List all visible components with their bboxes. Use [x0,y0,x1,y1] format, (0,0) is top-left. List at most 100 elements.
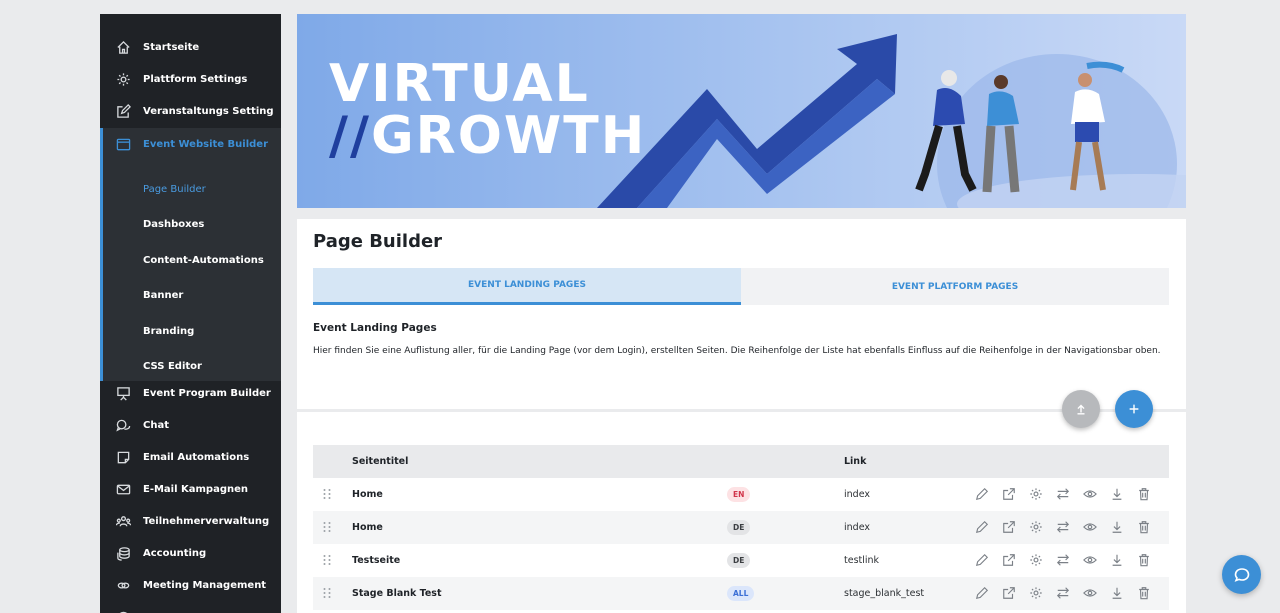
drag-handle-icon[interactable] [322,488,332,500]
page-link-cell: stage_blank_test [844,588,925,599]
eye-icon[interactable] [1081,485,1099,503]
nav-meeting-management[interactable]: Meeting Management [100,569,281,601]
language-badge: DE [727,520,751,535]
add-page-button[interactable] [1115,390,1153,428]
eye-icon[interactable] [1081,518,1099,536]
nav-label: Teilnehmerverwaltung [143,515,270,527]
sub-css-editor[interactable]: CSS Editor [143,361,202,372]
drag-handle-icon[interactable] [322,521,332,533]
trash-icon[interactable] [1135,584,1153,602]
section-description: Hier finden Sie eine Auflistung aller, f… [313,346,1161,356]
page-link-cell: index [844,522,870,533]
nav-chat[interactable]: Chat [100,409,281,441]
nav-label: Accounting [143,547,207,559]
nav-accounting[interactable]: Accounting [100,537,281,569]
sub-dashboxes[interactable]: Dashboxes [143,219,204,230]
nav-veranstaltungs-setting[interactable]: Veranstaltungs Setting [100,95,281,127]
event-banner: VIRTUAL //GROWTH [297,14,1186,208]
page-link-cell: testlink [844,555,880,566]
external-link-icon[interactable] [1000,518,1018,536]
trash-icon[interactable] [1135,551,1153,569]
download-icon[interactable] [1108,485,1126,503]
nav-label: Plattform Settings [143,73,248,85]
external-link-icon[interactable] [1000,485,1018,503]
chat-bubble-icon [1234,567,1249,582]
table-row: Testseite DE testlink [313,544,1169,577]
chat-widget-button[interactable] [1222,555,1261,594]
trash-icon[interactable] [1135,518,1153,536]
nav-email-kampagnen[interactable]: E-Mail Kampagnen [100,473,281,505]
external-link-icon[interactable] [1000,551,1018,569]
column-header-link: Link [844,456,867,467]
eye-icon[interactable] [1081,551,1099,569]
nav-label: E-Mail Kampagnen [143,483,249,495]
drag-handle-icon[interactable] [322,554,332,566]
settings-icon[interactable] [1027,518,1045,536]
external-link-icon[interactable] [1000,584,1018,602]
page-link-cell: index [844,489,870,500]
plus-icon [1129,404,1139,414]
table-row: Home EN index [313,478,1169,511]
home-icon [115,39,131,55]
window-icon [115,136,131,152]
sub-banner[interactable]: Banner [143,290,183,301]
section-heading: Event Landing Pages [313,322,437,334]
nav-plattform-settings[interactable]: Plattform Settings [100,63,281,95]
column-header-seitentitel: Seitentitel [352,456,409,467]
nav-teilnehmerverwaltung[interactable]: Teilnehmerverwaltung [100,505,281,537]
nav-label: Veranstaltungs Setting [143,105,274,117]
trash-icon[interactable] [1135,485,1153,503]
download-icon[interactable] [1108,584,1126,602]
nav-more[interactable] [100,601,281,613]
nav-email-automations[interactable]: Email Automations [100,441,281,473]
row-actions [973,551,1153,569]
swap-icon[interactable] [1054,485,1072,503]
tab-event-landing-pages[interactable]: EVENT LANDING PAGES [313,268,741,305]
settings-icon[interactable] [1027,551,1045,569]
upload-icon [1077,404,1085,415]
row-actions [973,584,1153,602]
edit-icon[interactable] [973,485,991,503]
language-badge: ALL [727,586,755,601]
nav-label: Meeting Management [143,579,267,591]
mail-icon [115,481,131,497]
nav-startseite[interactable]: Startseite [100,31,281,63]
users-icon [115,513,131,529]
nav-label: Startseite [143,41,200,53]
sub-branding[interactable]: Branding [143,326,194,337]
language-badge: EN [727,487,751,502]
download-icon[interactable] [1108,518,1126,536]
gear-icon [115,71,131,87]
nav-event-website-builder[interactable]: Event Website Builder [100,128,281,160]
edit-icon[interactable] [973,584,991,602]
nav-label: Chat [143,419,169,431]
download-icon[interactable] [1108,551,1126,569]
website-builder-submenu: Page Builder Dashboxes Content-Automatio… [100,128,281,381]
settings-icon[interactable] [1027,584,1045,602]
eye-icon[interactable] [1081,584,1099,602]
drag-handle-icon[interactable] [322,587,332,599]
swap-icon[interactable] [1054,551,1072,569]
banner-title-line1: VIRTUAL [329,54,590,114]
language-badge: DE [727,553,751,568]
page-title-cell: Stage Blank Test [352,588,442,599]
nav-event-program-builder[interactable]: Event Program Builder [100,377,281,409]
tab-event-platform-pages[interactable]: EVENT PLATFORM PAGES [741,268,1169,305]
sub-content-automations[interactable]: Content-Automations [143,255,264,266]
more-icon [115,609,131,613]
sub-page-builder[interactable]: Page Builder [143,184,206,195]
nav-label: Event Program Builder [143,387,271,399]
swap-icon[interactable] [1054,518,1072,536]
edit-icon [115,103,131,119]
banner-line2-text: GROWTH [370,106,647,166]
edit-icon[interactable] [973,518,991,536]
presentation-icon [115,385,131,401]
settings-icon[interactable] [1027,485,1045,503]
page-title: Page Builder [313,231,443,252]
swap-icon[interactable] [1054,584,1072,602]
upload-button[interactable] [1062,390,1100,428]
page-title-cell: Home [352,522,383,533]
row-actions [973,518,1153,536]
note-icon [115,449,131,465]
edit-icon[interactable] [973,551,991,569]
